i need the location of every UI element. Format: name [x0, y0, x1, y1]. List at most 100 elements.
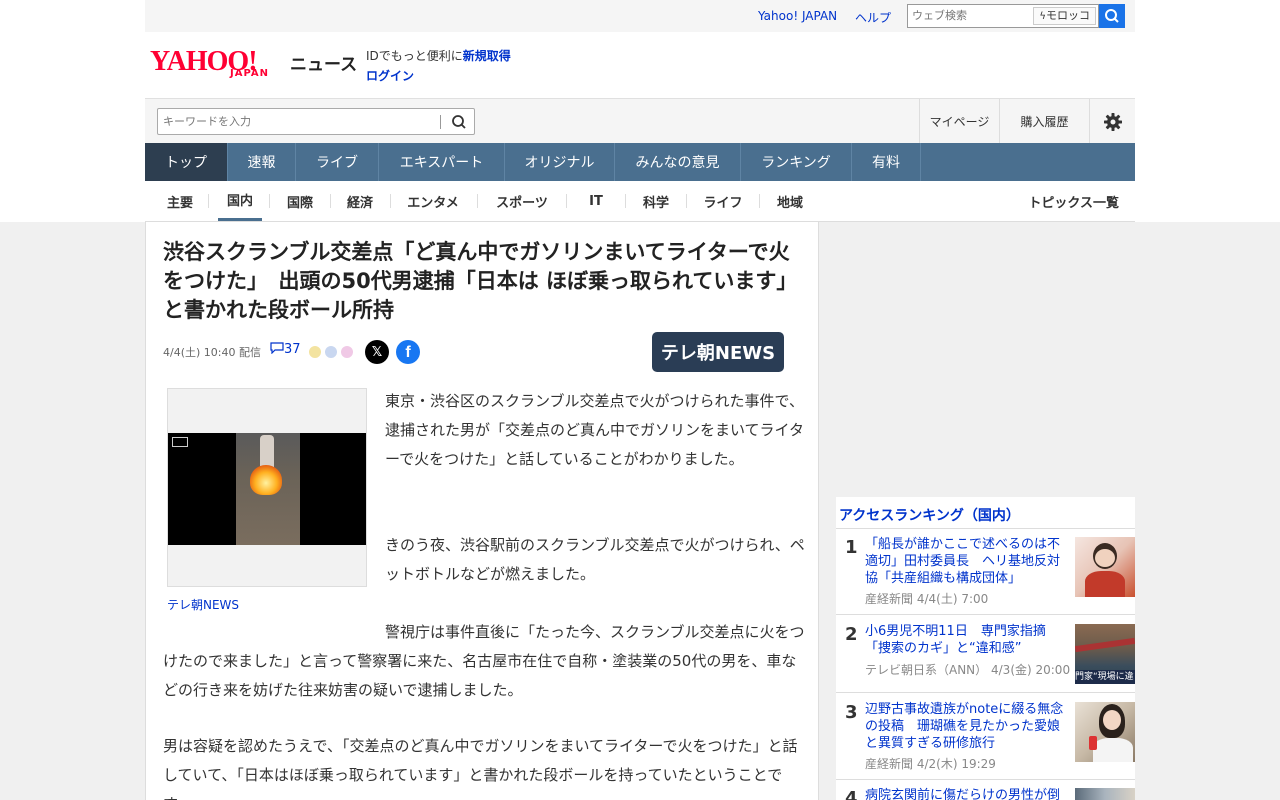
category-sports[interactable]: スポーツ: [487, 181, 557, 221]
search-icon: [1105, 9, 1119, 23]
image-caption[interactable]: テレ朝NEWS: [167, 596, 239, 613]
ranking-item-date: 4/4(土) 7:00: [916, 592, 989, 606]
ranking-thumbnail: [1075, 788, 1135, 800]
yahoo-japan-link[interactable]: Yahoo! JAPAN: [758, 9, 837, 23]
category-divider: [566, 194, 567, 208]
topics-list-link[interactable]: トピックス一覧: [1028, 181, 1119, 221]
ranking-item-title: 辺野古事故遺族がnoteに綴る無念の投稿 珊瑚礁を見たかった愛娘と異質すぎる研修…: [865, 702, 1064, 751]
keyword-search-button[interactable]: [446, 111, 472, 133]
id-promo-text: IDでもっと便利に: [366, 49, 463, 63]
comments-link[interactable]: 37: [270, 342, 301, 357]
x-logo-icon: 𝕏: [371, 344, 383, 360]
ranking-item-source: 産経新聞: [865, 592, 914, 606]
ranking-item-source: 産経新聞: [865, 757, 914, 771]
ranking-thumbnail: [1075, 702, 1135, 762]
ranking-item-title: 小6男児不明11日 専門家指摘「捜索のカギ」と“違和感”: [865, 624, 1046, 656]
register-link[interactable]: 新規取得: [463, 49, 511, 63]
ranking-item-date: 4/3(金) 20:00: [991, 663, 1071, 677]
ranking-item-title: 「船長が誰かここで述べるのは不適切」田村委員長 ヘリ基地反対協「共産組織も構成団…: [865, 537, 1061, 586]
ranking-item-meta: 産経新聞 4/4(土) 7:00: [865, 590, 988, 607]
help-link[interactable]: ヘルプ: [855, 9, 891, 26]
nav-breaking[interactable]: 速報: [228, 143, 296, 181]
nav-original[interactable]: オリジナル: [505, 143, 615, 181]
nav-expert[interactable]: エキスパート: [379, 143, 505, 181]
logo-news-text: ニュース: [290, 55, 358, 75]
ranking-number: 4: [845, 788, 858, 800]
category-domestic[interactable]: 国内: [218, 181, 262, 221]
ranking-item[interactable]: 4 病院玄関前に傷だらけの男性が倒: [836, 781, 1135, 800]
search-divider: [440, 115, 441, 129]
nav-live[interactable]: ライブ: [296, 143, 379, 181]
ranking-item[interactable]: 3 辺野古事故遺族がnoteに綴る無念の投稿 珊瑚礁を見たかった愛娘と異質すぎる…: [836, 694, 1135, 780]
ranking-item-meta: 産経新聞 4/2(木) 19:29: [865, 755, 996, 772]
article-image[interactable]: [167, 388, 367, 587]
ranking-item-title: 病院玄関前に傷だらけの男性が倒: [865, 788, 1061, 800]
ranking-item[interactable]: 1 「船長が誰かここで述べるのは不適切」田村委員長 ヘリ基地反対協「共産組織も構…: [836, 529, 1135, 615]
ranking-panel: アクセスランキング（国内） 1 「船長が誰かここで述べるのは不適切」田村委員長 …: [836, 497, 1135, 800]
category-life[interactable]: ライフ: [695, 181, 751, 221]
article-headline: 渋谷スクランブル交差点「ど真ん中でガソリンまいてライターで火をつけた」 出頭の5…: [163, 240, 798, 322]
settings-button[interactable]: [1089, 99, 1135, 144]
category-divider: [269, 194, 270, 208]
login-link[interactable]: ログイン: [366, 67, 414, 84]
ranking-item[interactable]: 2 小6男児不明11日 専門家指摘「捜索のカギ」と“違和感” テレビ朝日系（AN…: [836, 616, 1135, 693]
ranking-item-meta: テレビ朝日系（ANN） 4/3(金) 20:00: [865, 661, 1070, 678]
nav-top[interactable]: トップ: [145, 143, 228, 181]
thinking-face-icon: [324, 345, 339, 359]
nav-opinions[interactable]: みんなの意見: [615, 143, 741, 181]
category-economy[interactable]: 経済: [338, 181, 382, 221]
category-nav: 主要 国内 国際 経済 エンタメ スポーツ IT 科学 ライフ 地域 トピックス…: [145, 181, 1135, 222]
category-it[interactable]: IT: [576, 181, 616, 221]
thumb-face: [1095, 549, 1115, 567]
category-divider: [477, 194, 478, 208]
article-paragraph: きのう夜、渋谷駅前のスクランブル交差点で火がつけられ、ペットボトルなどが燃えまし…: [385, 536, 805, 583]
article-paragraph: 男は容疑を認めたうえで、「交差点のど真ん中でガソリンをまいてライターで火をつけた…: [163, 737, 798, 800]
keyword-search-box: [157, 108, 475, 135]
category-divider: [390, 194, 391, 208]
category-international[interactable]: 国際: [278, 181, 322, 221]
search-brand-text: モロッコ: [1046, 9, 1090, 22]
thumb-mic: [1089, 736, 1097, 750]
category-divider: [330, 194, 331, 208]
nav-paid[interactable]: 有料: [852, 143, 921, 181]
reaction-faces[interactable]: [308, 344, 355, 363]
ranking-title: アクセスランキング（国内）: [839, 508, 1020, 524]
ranking-number: 1: [845, 537, 858, 558]
thumb-tape: [1075, 637, 1135, 653]
category-science[interactable]: 科学: [634, 181, 678, 221]
thumb-body: [1093, 738, 1133, 762]
ranking-thumbnail: [1075, 537, 1135, 597]
gear-icon: [1103, 112, 1122, 131]
facebook-share-button[interactable]: f: [396, 340, 420, 364]
nav-ranking[interactable]: ランキング: [741, 143, 852, 181]
image-fire: [250, 465, 282, 495]
ranking-number: 2: [845, 624, 858, 645]
article-paragraph: 警視庁は事件直後に「たった今、スクランブル交差点に火をつけたので来ました」と言っ…: [163, 623, 805, 699]
thumb-face: [1103, 710, 1121, 730]
search-icon: [452, 115, 466, 129]
x-share-button[interactable]: 𝕏: [365, 340, 389, 364]
category-entertainment[interactable]: エンタメ: [398, 181, 468, 221]
category-main[interactable]: 主要: [159, 181, 201, 221]
ad-space: [836, 222, 1135, 497]
search-brand-label: ϟモロッコ: [1033, 7, 1096, 25]
web-search-button[interactable]: [1099, 4, 1125, 28]
comment-count: 37: [284, 342, 301, 357]
lightning-icon: ϟ: [1039, 11, 1046, 22]
ranking-item-source: テレビ朝日系（ANN）: [865, 663, 988, 677]
search-row: マイページ 購入履歴: [145, 98, 1135, 144]
article: 渋谷スクランブル交差点「ど真ん中でガソリンまいてライターで火をつけた」 出頭の5…: [145, 222, 819, 800]
article-paragraph: 東京・渋谷区のスクランブル交差点で火がつけられた事件で、逮捕された男が「交差点の…: [385, 392, 804, 468]
source-logo[interactable]: テレ朝NEWS: [652, 332, 784, 372]
category-divider: [208, 194, 209, 208]
category-region[interactable]: 地域: [767, 181, 813, 221]
purchase-history-link[interactable]: 購入履歴: [999, 99, 1089, 144]
web-search-input[interactable]: [912, 9, 1022, 22]
smile-face-icon: [308, 345, 322, 359]
facebook-logo-icon: f: [405, 344, 411, 361]
main-nav: トップ 速報 ライブ エキスパート オリジナル みんなの意見 ランキング 有料: [145, 143, 1135, 181]
ranking-item-date: 4/2(木) 19:29: [916, 757, 996, 771]
keyword-search-input[interactable]: [163, 115, 433, 128]
mypage-link[interactable]: マイページ: [919, 99, 999, 144]
logo-sub-text: JAPAN: [230, 68, 269, 79]
